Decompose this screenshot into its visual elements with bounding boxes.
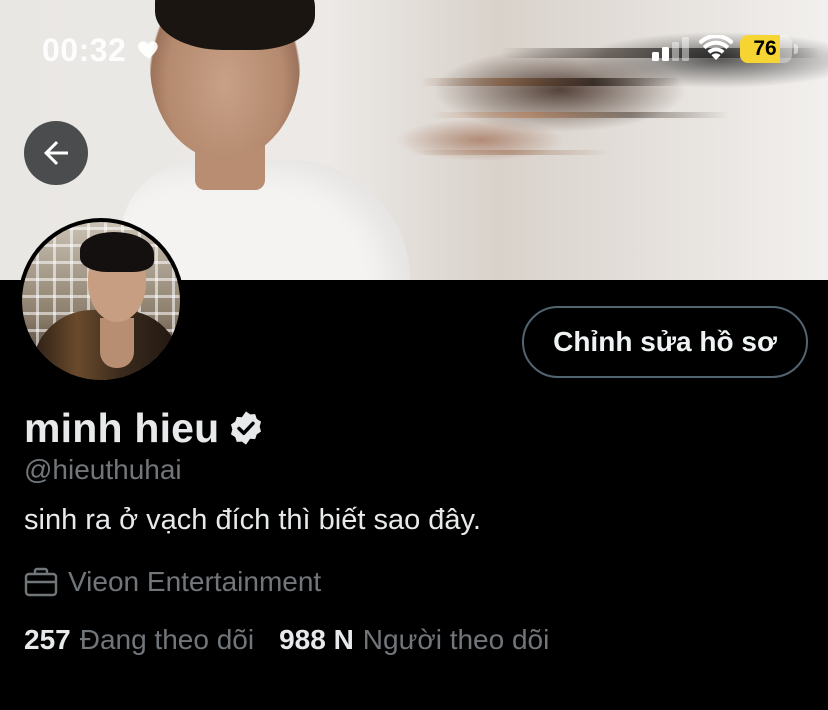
followers-label: Người theo dõi: [362, 624, 550, 655]
avatar[interactable]: [18, 218, 184, 384]
follow-stats: 257 Đang theo dõi 988 N Người theo dõi: [24, 622, 549, 658]
battery-icon: 76: [740, 35, 792, 63]
following-label: Đang theo dõi: [79, 624, 255, 655]
status-time: 00:32: [42, 32, 127, 68]
heart-icon: [138, 41, 158, 59]
arrow-left-icon: [44, 141, 68, 165]
verified-badge-icon[interactable]: [227, 409, 265, 447]
affiliation-link[interactable]: Vieon Entertainment: [68, 566, 321, 598]
handle: @hieuthuhai: [24, 454, 182, 485]
name-row: minh hieu: [24, 402, 265, 454]
bio: sinh ra ở vạch đích thì biết sao đây.: [24, 504, 481, 536]
followers-count: 988 N: [279, 624, 354, 655]
back-button[interactable]: [24, 121, 88, 185]
briefcase-icon: [24, 567, 58, 597]
status-bar: 00:32 76: [0, 0, 828, 100]
following-count: 257: [24, 624, 71, 655]
edit-profile-button[interactable]: Chỉnh sửa hồ sơ: [522, 306, 808, 378]
avatar-photo: [22, 222, 180, 380]
following-link[interactable]: 257 Đang theo dõi: [24, 624, 254, 656]
affiliation-row: Vieon Entertainment: [24, 564, 321, 600]
battery-level: 76: [753, 37, 777, 60]
signal-icon: [652, 37, 689, 61]
followers-link[interactable]: 988 N Người theo dõi: [279, 624, 549, 656]
wifi-icon: [699, 35, 733, 60]
display-name: minh hieu: [24, 404, 220, 451]
battery-nub: [794, 44, 798, 54]
